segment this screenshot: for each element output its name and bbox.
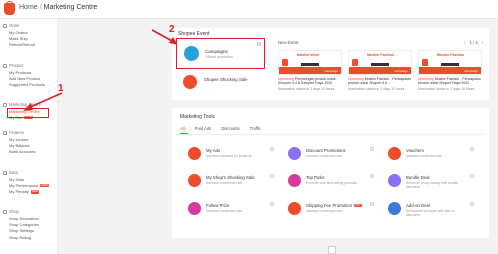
tool-my-ads[interactable]: My Ads Increase exposure for products: [186, 144, 276, 166]
shocking-sale-tile[interactable]: Shopee Shocking Sale: [176, 71, 265, 95]
shopee-mini-logo-icon: [422, 59, 428, 66]
discount-icon: [288, 147, 301, 160]
pager-text: 1 / 3: [469, 40, 478, 45]
tool-shipping-fee-promotion[interactable]: Shipping Fee Promotion HOT Increase conve…: [286, 199, 376, 221]
event-banner: Muslim Fashion Campaign: [348, 50, 412, 75]
tool-vouchers[interactable]: Vouchers Increase conversion rate: [386, 144, 476, 166]
sidebar: Order My Orders Mass Ship Return/Refund …: [0, 19, 58, 254]
sidebar-item-suggested-products[interactable]: Suggested Products: [0, 82, 58, 88]
event-desc: Upcoming Muslim Fashion - Pencapaian pro…: [348, 77, 411, 86]
top-picks-icon: [288, 174, 301, 187]
sidebar-section-title[interactable]: Data: [0, 169, 58, 176]
tool-bundle-deal[interactable]: Bundle Deal Sell more of any variety wit…: [386, 171, 476, 193]
sidebar-section-title[interactable]: Finance: [0, 129, 58, 136]
info-icon[interactable]: [370, 202, 374, 206]
scroll-to-top-button[interactable]: [328, 246, 336, 254]
event-card[interactable]: Muslim Wear Campaign Upcoming Penyaringa…: [278, 50, 342, 94]
tool-follow-prize[interactable]: Follow Prize Increase conversion rate: [186, 199, 276, 221]
info-icon[interactable]: [370, 147, 374, 151]
event-deadline: Nomination closes in 3 days 10 hours: [348, 87, 405, 91]
top-bar: Home / Marketing Centre: [0, 0, 498, 19]
follow-prize-icon: [188, 202, 201, 215]
sidebar-item-bank-accounts[interactable]: Bank Accounts: [0, 149, 58, 155]
event-banner: Muslim Fashion Campaign: [418, 50, 482, 75]
sidebar-section-title[interactable]: Shop: [0, 208, 58, 215]
shopee-mini-logo-icon: [282, 59, 288, 66]
sidebar-section-product: Product My Products Add New Product Sugg…: [0, 62, 58, 88]
marketing-tools-tabs: All Paid Ads Discounts Traffic: [180, 126, 261, 131]
data-icon: [3, 170, 7, 175]
info-icon[interactable]: [470, 174, 474, 178]
marketing-icon: [3, 102, 7, 107]
shop-icon: [3, 209, 7, 214]
event-deadline: Nomination closes in 1 days 10 hours: [278, 87, 335, 91]
pager-next-icon[interactable]: ›: [482, 40, 483, 45]
shipping-fee-icon: [288, 202, 301, 215]
pager-prev-icon[interactable]: ‹: [464, 40, 465, 45]
tool-add-on-deal[interactable]: Add-on Deal Sell specific products with …: [386, 199, 476, 221]
annotation-arrow-1: [23, 92, 63, 111]
shocking-sale-title: Shopee Shocking Sale: [204, 77, 248, 82]
breadcrumb: Home / Marketing Centre: [19, 4, 97, 11]
tab-paid-ads[interactable]: Paid Ads: [195, 126, 212, 131]
event-banner: Muslim Wear Campaign: [278, 50, 342, 75]
marketing-tools-title: Marketing Tools: [180, 114, 215, 120]
tool-top-picks[interactable]: Top Picks Promote your best-selling prod…: [286, 171, 376, 193]
new-event-panel: New Event ‹ 1 / 3 › Muslim Wear Campaign…: [273, 40, 485, 98]
event-deadline: Nomination closes in 1 days 10 hours: [418, 87, 475, 91]
event-desc: Upcoming Muslim Fashion - Pencapaian pro…: [418, 77, 481, 86]
sidebar-item-return-refund[interactable]: Return/Refund: [0, 42, 58, 48]
bundle-deal-icon: [388, 174, 401, 187]
sidebar-item-shop-rating[interactable]: Shop Rating: [0, 234, 58, 240]
shopee-mini-logo-icon: [352, 59, 358, 66]
sidebar-section-shop: Shop Shop Decoration Shop Categories Sho…: [0, 208, 58, 241]
event-card[interactable]: Muslim Fashion Campaign Upcoming Muslim …: [348, 50, 412, 94]
event-pager: ‹ 1 / 3 ›: [464, 40, 483, 45]
info-icon[interactable]: [270, 147, 274, 151]
info-icon[interactable]: [370, 174, 374, 178]
breadcrumb-home[interactable]: Home: [19, 4, 38, 11]
info-icon[interactable]: [470, 202, 474, 206]
new-badge: NEW: [40, 182, 49, 188]
new-badge: NEW: [30, 189, 40, 194]
campaigns-icon: [184, 46, 199, 61]
campaigns-subtitle: Official promotion: [205, 55, 233, 59]
sidebar-section-finance: Finance My Income My Balance Bank Accoun…: [0, 129, 58, 155]
tabs-divider: [176, 134, 485, 135]
sidebar-section-data: Data My Data My Performance NEW My Penalt…: [0, 169, 58, 195]
breadcrumb-current: Marketing Centre: [43, 4, 98, 11]
shocking-sale-icon: [183, 75, 197, 89]
hot-badge: HOT: [354, 203, 362, 208]
shopee-event-title: Shopee Event: [178, 31, 210, 37]
sidebar-section-order: Order My Orders Mass Ship Return/Refund: [0, 22, 58, 48]
product-icon: [3, 63, 7, 68]
info-icon[interactable]: [470, 147, 474, 151]
info-icon[interactable]: [257, 42, 261, 46]
tool-discount-promotions[interactable]: Discount Promotions Increase conversion …: [286, 144, 376, 166]
campaigns-tile[interactable]: Campaigns Official promotion: [176, 38, 265, 69]
voucher-icon: [388, 147, 401, 160]
my-ads-icon: [188, 147, 201, 160]
tab-discounts[interactable]: Discounts: [221, 126, 239, 131]
sidebar-section-title[interactable]: Order: [0, 22, 58, 29]
tab-all[interactable]: All: [180, 126, 185, 131]
shopee-logo-icon[interactable]: [4, 1, 15, 15]
new-event-label: New Event: [278, 40, 299, 45]
tool-shocking-sale[interactable]: My Shop's Shocking Sale Increase convers…: [186, 171, 276, 193]
event-card[interactable]: Muslim Fashion Campaign Upcoming Muslim …: [418, 50, 482, 94]
finance-icon: [3, 130, 7, 135]
add-on-deal-icon: [388, 202, 401, 215]
breadcrumb-separator: /: [39, 4, 42, 11]
info-icon[interactable]: [270, 202, 274, 206]
shocking-sale-icon: [188, 174, 201, 187]
tab-traffic[interactable]: Traffic: [250, 126, 261, 131]
sidebar-section-title[interactable]: Product: [0, 62, 58, 69]
info-icon[interactable]: [270, 174, 274, 178]
sidebar-item-my-penalty[interactable]: My Penalty NEW: [0, 189, 58, 195]
order-icon: [3, 23, 7, 28]
event-desc: Upcoming Penyaringan produk untuk Kempen…: [278, 77, 336, 86]
campaigns-title: Campaigns: [205, 49, 228, 54]
